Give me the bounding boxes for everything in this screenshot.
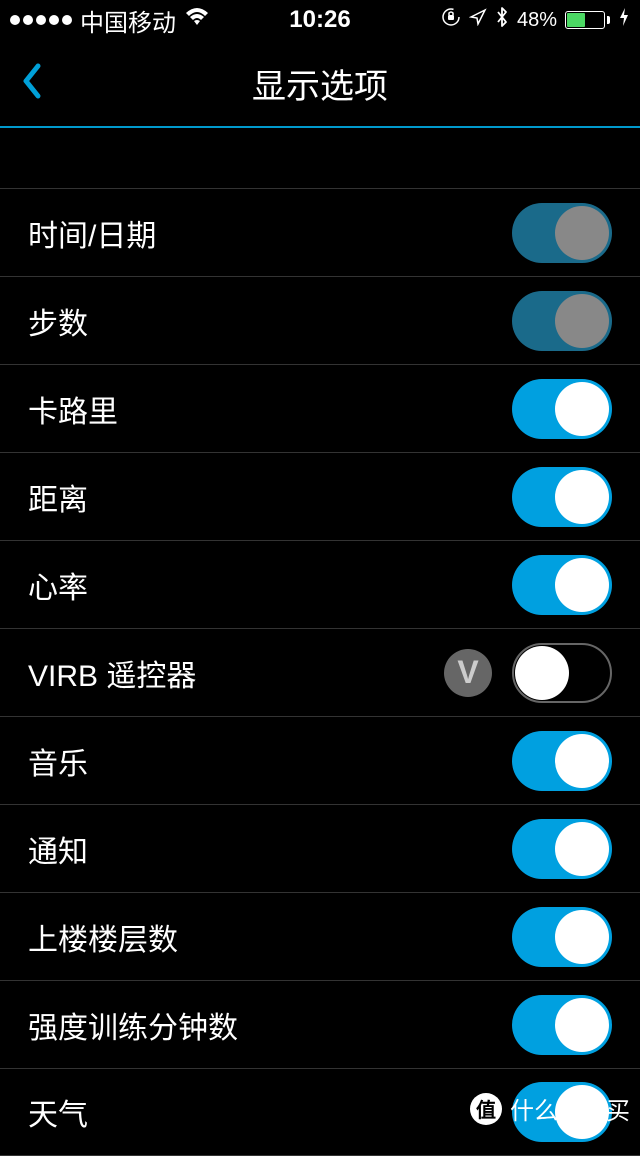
toggle-knob <box>555 998 609 1052</box>
watermark-text: 什么值得买 <box>510 1091 630 1126</box>
toggle-switch[interactable] <box>512 291 612 351</box>
row-controls <box>512 291 612 351</box>
list-item: 音乐 <box>0 716 640 804</box>
virb-icon: V <box>444 649 492 697</box>
row-controls <box>512 995 612 1055</box>
row-controls <box>512 555 612 615</box>
row-controls <box>512 907 612 967</box>
row-label: 心率 <box>28 563 88 607</box>
status-left: 中国移动 <box>10 3 210 38</box>
list-item: 通知 <box>0 804 640 892</box>
list-item: 步数 <box>0 276 640 364</box>
toggle-knob <box>555 910 609 964</box>
toggle-switch[interactable] <box>512 907 612 967</box>
row-controls <box>512 379 612 439</box>
toggle-knob <box>555 470 609 524</box>
list-item: 时间/日期 <box>0 188 640 276</box>
toggle-knob <box>555 206 609 260</box>
battery-percent: 48% <box>517 9 557 32</box>
settings-list: 时间/日期步数卡路里距离心率 VIRB 遥控器 V 音乐通知上楼楼层数强度训练分钟数天… <box>0 188 640 1156</box>
status-time: 10:26 <box>289 6 350 34</box>
row-controls: V <box>444 643 612 703</box>
toggle-knob <box>555 382 609 436</box>
watermark: 值 什么值得买 <box>470 1091 630 1126</box>
row-label: VIRB 遥控器 <box>28 651 196 695</box>
list-item: 强度训练分钟数 <box>0 980 640 1068</box>
status-right: 48% <box>441 6 630 34</box>
toggle-switch[interactable] <box>512 643 612 703</box>
list-item: 心率 <box>0 540 640 628</box>
back-button[interactable] <box>20 62 42 105</box>
wifi-icon <box>184 6 210 34</box>
carrier-label: 中国移动 <box>80 3 176 38</box>
row-controls <box>512 731 612 791</box>
orientation-lock-icon <box>441 7 461 33</box>
battery-icon <box>565 11 610 29</box>
row-controls <box>512 819 612 879</box>
list-item: 距离 <box>0 452 640 540</box>
row-label: 距离 <box>28 475 88 519</box>
row-label: 音乐 <box>28 739 88 783</box>
toggle-switch[interactable] <box>512 995 612 1055</box>
toggle-switch[interactable] <box>512 819 612 879</box>
toggle-knob <box>555 822 609 876</box>
row-controls <box>512 467 612 527</box>
charging-icon <box>618 7 630 33</box>
row-label: 时间/日期 <box>28 211 156 255</box>
toggle-switch[interactable] <box>512 379 612 439</box>
toggle-knob <box>515 646 569 700</box>
row-label: 通知 <box>28 827 88 871</box>
toggle-switch[interactable] <box>512 203 612 263</box>
toggle-switch[interactable] <box>512 731 612 791</box>
toggle-knob <box>555 294 609 348</box>
bluetooth-icon <box>495 6 509 34</box>
row-controls <box>512 203 612 263</box>
row-label: 天气 <box>28 1090 88 1134</box>
chevron-left-icon <box>20 62 42 100</box>
toggle-knob <box>555 558 609 612</box>
signal-strength-icon <box>10 15 72 25</box>
nav-bar: 显示选项 <box>0 40 640 128</box>
toggle-switch[interactable] <box>512 467 612 527</box>
list-item: 卡路里 <box>0 364 640 452</box>
row-label: 强度训练分钟数 <box>28 1003 238 1047</box>
location-icon <box>469 8 487 32</box>
row-label: 上楼楼层数 <box>28 915 178 959</box>
list-item: VIRB 遥控器 V <box>0 628 640 716</box>
status-bar: 中国移动 10:26 48% <box>0 0 640 40</box>
row-label: 卡路里 <box>28 387 118 431</box>
list-item: 上楼楼层数 <box>0 892 640 980</box>
page-title: 显示选项 <box>0 59 640 108</box>
toggle-knob <box>555 734 609 788</box>
watermark-icon: 值 <box>470 1093 502 1125</box>
row-label: 步数 <box>28 299 88 343</box>
toggle-switch[interactable] <box>512 555 612 615</box>
